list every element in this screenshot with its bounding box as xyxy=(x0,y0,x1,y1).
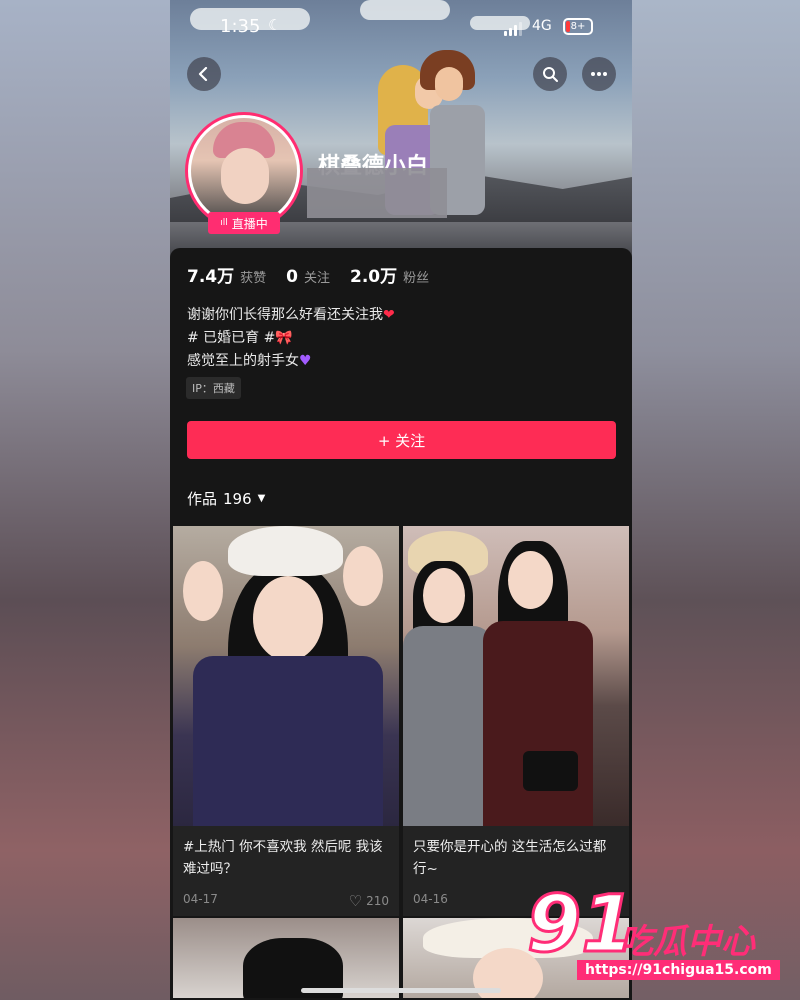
video-thumbnail[interactable] xyxy=(173,526,399,826)
works-label: 作品 xyxy=(187,490,218,508)
bio-line-3: 感觉至上的射手女 xyxy=(187,353,299,369)
watermark-text: 吃瓜中心 xyxy=(619,922,755,962)
background-right xyxy=(632,0,800,1000)
caret-down-icon: ▼ xyxy=(257,493,266,504)
profile-stats: 7.4万 获赞 0 关注 2.0万 粉丝 xyxy=(187,262,449,287)
video-like-count: 210 xyxy=(366,894,389,908)
network-type: 4G xyxy=(532,18,552,34)
back-button[interactable] xyxy=(187,57,221,91)
status-bar: 1:35 ☾ 4G 8+ xyxy=(170,14,632,42)
video-date: 04-17 xyxy=(183,892,218,906)
moon-icon: ☾ xyxy=(268,16,282,34)
video-date: 04-16 xyxy=(413,892,448,906)
phone-screen: 1:35 ☾ 4G 8+ ıll 直播中 棋叠德小白 7.4万 获赞 0 关注 … xyxy=(170,0,632,1000)
works-count: 196 xyxy=(223,489,252,508)
background-left xyxy=(0,0,170,1000)
stat-followers-value[interactable]: 2.0万 xyxy=(350,262,397,287)
video-thumbnail[interactable] xyxy=(403,526,629,826)
live-bars-icon: ıll xyxy=(220,218,228,228)
bio: 谢谢你们长得那么好看还关注我❤ # 已婚已育 #🎀 感觉至上的射手女♥ xyxy=(187,304,395,373)
stat-likes-label: 获赞 xyxy=(240,271,267,286)
bio-line-1: 谢谢你们长得那么好看还关注我 xyxy=(187,307,383,323)
video-meta: 04-17 ♡ 210 xyxy=(173,886,399,916)
more-button[interactable] xyxy=(582,57,616,91)
stat-likes-value: 7.4万 xyxy=(187,267,235,287)
battery-level: 8+ xyxy=(570,21,586,32)
video-likes: ♡ 210 xyxy=(349,892,389,910)
search-button[interactable] xyxy=(533,57,567,91)
watermark: 91 吃瓜中心 https://91chigua15.com xyxy=(526,879,780,990)
video-thumbnail[interactable] xyxy=(173,918,399,998)
video-caption: #上热门 你不喜欢我 然后呢 我该难过吗？ xyxy=(183,839,383,877)
heart-icon: ♡ xyxy=(348,892,363,910)
back-icon xyxy=(198,67,208,81)
purple-heart-icon: ♥ xyxy=(299,353,312,369)
signal-icon xyxy=(504,22,522,36)
stat-followers-label[interactable]: 粉丝 xyxy=(403,267,429,286)
works-tab[interactable]: 作品 196 ▼ xyxy=(187,488,265,509)
video-card[interactable]: #上热门 你不喜欢我 然后呢 我该难过吗？ 04-17 ♡ 210 xyxy=(173,526,399,916)
stat-following-value[interactable]: 0 xyxy=(286,267,298,287)
video-card[interactable]: 只要你是开心的 这生活怎么过都行~ 04-16 ♡ xyxy=(403,526,629,916)
battery-icon: 8+ xyxy=(563,18,593,35)
more-icon xyxy=(591,72,607,76)
ip-location-tag: IP：西藏 xyxy=(186,377,241,399)
bio-line-2: # 已婚已育 # xyxy=(187,330,276,346)
red-heart-icon: ❤ xyxy=(383,307,395,323)
video-card[interactable] xyxy=(173,918,399,998)
watermark-url: https://91chigua15.com xyxy=(577,960,780,980)
video-caption: 只要你是开心的 这生活怎么过都行~ xyxy=(413,839,607,877)
status-time: 1:35 xyxy=(220,16,261,37)
home-indicator[interactable] xyxy=(301,988,501,993)
bow-icon: 🎀 xyxy=(275,330,293,346)
censor-block xyxy=(307,168,447,218)
stat-following-label[interactable]: 关注 xyxy=(304,267,330,286)
live-badge[interactable]: ıll 直播中 xyxy=(208,212,280,234)
follow-button[interactable]: + 关注 xyxy=(187,421,616,459)
search-icon xyxy=(543,67,558,82)
live-badge-label: 直播中 xyxy=(231,216,268,231)
